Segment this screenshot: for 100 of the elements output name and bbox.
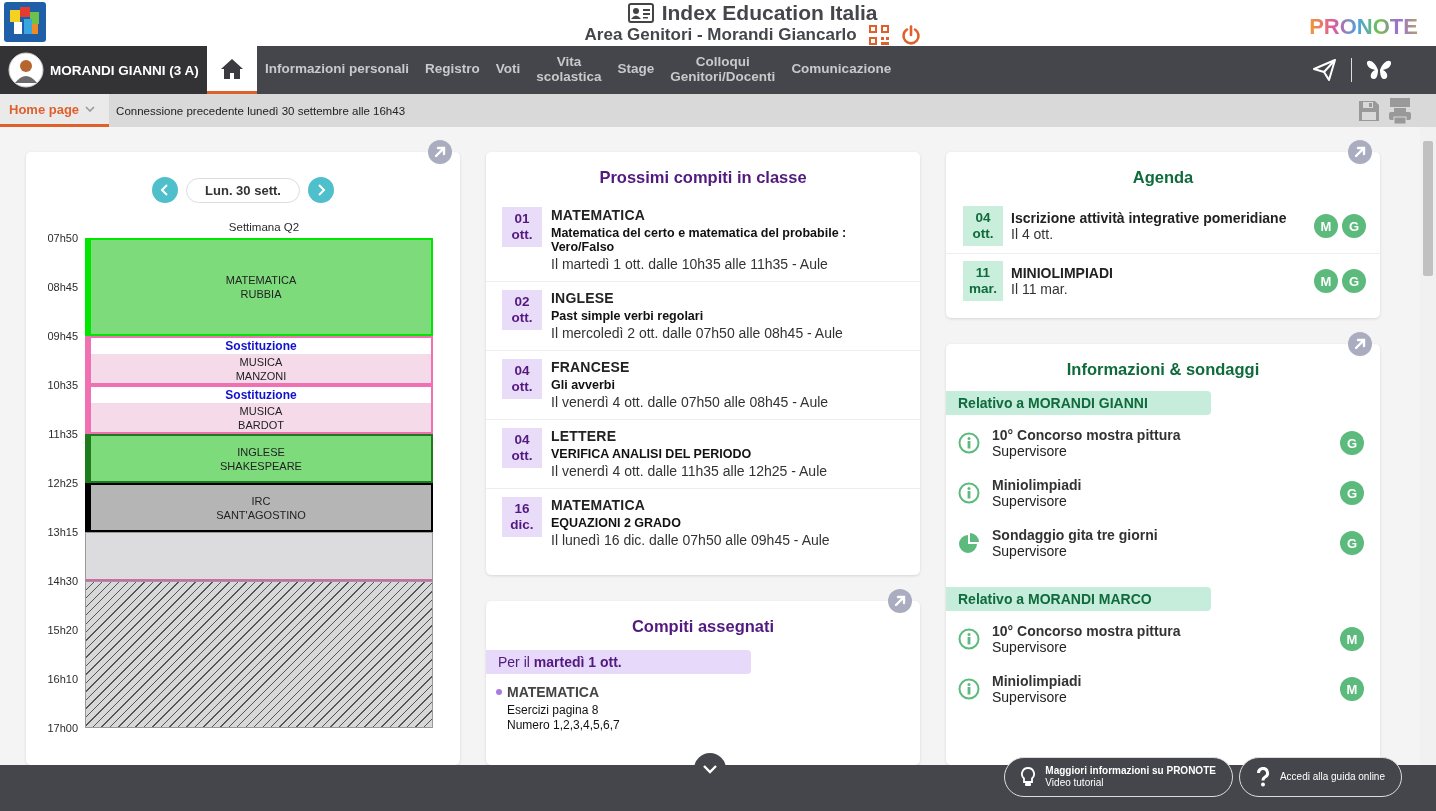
test-schedule: Il lunedì 16 dic. dalle 07h50 alle 09h45 - Aule [551,532,831,548]
event-date: Il 11 mar. [1011,281,1069,297]
time-label: 09h45 [46,329,78,343]
help-button[interactable]: Accedi alla guida online [1238,757,1402,797]
send-icon[interactable] [1313,59,1337,81]
test-topic: Matematica del certo e matematica del probabile : Vero/Falso [551,226,848,254]
info-icon [958,678,980,700]
test-topic: EQUAZIONI 2 GRADO [551,516,682,530]
nav-tab[interactable]: Vita scolastica [528,46,610,94]
item-author: Supervisore [992,543,1068,559]
lesson-subject: MUSICA [238,403,284,418]
qr-code-icon[interactable] [868,25,889,45]
item-title[interactable]: 10° Concorso mostra pittura [992,623,1336,639]
time-label: 07h50 [46,231,78,245]
person-badge: M [1340,627,1364,651]
person-badge: G [1340,531,1364,555]
nav-tab[interactable]: Stage [609,46,663,94]
area-title: Area Genitori - Morandi Giancarlo [584,25,857,45]
item-author: Supervisore [992,639,1068,655]
item-title[interactable]: Miniolimpiadi [992,673,1336,689]
time-label: 16h10 [46,672,78,686]
lesson-block[interactable]: MATEMATICA RUBBIA [85,238,433,336]
subject-name: MATEMATICA [507,684,600,700]
event-title[interactable]: Iscrizione attività integrative pomeridiane [1011,210,1306,226]
info-icon [958,482,980,504]
subject-name: INGLESE [551,290,615,306]
week-label: Settimana Q2 [227,221,301,233]
id-card-icon [627,3,654,23]
item-title[interactable]: 10° Concorso mostra pittura [992,427,1336,443]
card-title: Compiti assegnati [630,616,776,637]
person-badge: G [1342,214,1366,238]
date-badge: 11 mar. [963,261,1003,301]
item-title[interactable]: Miniolimpiadi [992,477,1336,493]
time-label: 14h30 [46,574,78,588]
lesson-teacher: RUBBIA [240,287,282,301]
expand-icon[interactable] [1348,140,1372,164]
time-label: 13h15 [46,525,78,539]
date-badge: 02 ott. [502,290,542,330]
lesson-subject: IRC [251,493,271,508]
person-badge: M [1314,269,1338,293]
nav-tab[interactable]: Colloqui Genitori/Docenti [662,46,784,94]
item-author: Supervisore [992,443,1068,459]
lesson-teacher: BARDOT [237,417,285,432]
lesson-block[interactable]: IRC SANT'AGOSTINO [85,483,433,532]
group-header: Relativo a MORANDI GIANNI [946,391,1211,415]
save-icon[interactable] [1358,99,1380,122]
homework-text: Esercizi pagina 8 [507,703,600,718]
site-title: Index Education Italia [661,1,878,25]
homework-text: Numero 1,2,3,4,5,6,7 [507,718,621,733]
item-title[interactable]: Sondaggio gita tre giorni [992,527,1336,543]
caret-icon [85,106,96,112]
lesson-subject: INGLESE [237,444,285,459]
subject-name: MATEMATICA [551,207,647,223]
subject-name: FRANCESE [551,359,631,375]
power-icon[interactable] [900,25,921,45]
expand-icon[interactable] [888,589,912,613]
next-icon[interactable] [307,177,334,203]
time-label: 10h35 [46,378,78,392]
info-icon [958,432,980,454]
person-badge: G [1340,431,1364,455]
date-badge: 16 dic. [502,497,542,537]
time-label: 17h00 [46,721,78,735]
scrollbar-thumb[interactable] [1423,141,1433,276]
expand-icon[interactable] [428,140,452,164]
nav-tab[interactable]: Comunicazione [783,46,900,94]
scrollbar[interactable] [1420,127,1436,765]
nav-tab[interactable]: Voti [487,46,529,94]
lesson-teacher: MANZONI [234,368,288,383]
nav-tab[interactable]: Registro [417,46,488,94]
help-button[interactable]: Maggiori informazioni su PRONOTE Video tutorial [1004,757,1233,797]
person-badge: G [1342,269,1366,293]
pdf-print-icon[interactable] [1388,97,1412,124]
lesson-teacher: SHAKESPEARE [220,458,302,473]
event-date: Il 4 ott. [1011,226,1055,242]
test-topic: VERIFICA ANALISI DEL PERIODO [551,447,753,461]
lesson-block[interactable]: Sostituzione MUSICA MANZONI [85,336,433,385]
card-title: Informazioni & sondaggi [1065,359,1261,380]
person-badge: M [1340,677,1364,701]
info-icon [958,628,980,650]
lesson-block[interactable]: INGLESE SHAKESPEARE [85,434,433,483]
pie-chart-icon [958,532,980,554]
nav-tab[interactable]: Informazioni personali [257,46,418,94]
time-label: 08h45 [46,280,78,294]
home-icon [220,57,244,80]
date-badge: 04 ott. [502,359,542,399]
time-label: 15h20 [46,623,78,637]
group-header: Relativo a MORANDI MARCO [946,587,1211,611]
person-badge: M [1314,214,1338,238]
person-badge: G [1340,481,1364,505]
time-label: 12h25 [46,476,78,490]
test-schedule: Il mercoledì 2 ott. dalle 07h50 alle 08h45 - Aule [551,325,844,341]
home-tab[interactable] [207,46,257,94]
lightbulb-icon [1021,767,1036,787]
butterfly-icon[interactable] [1366,59,1392,81]
event-title[interactable]: MINIOLIMPIADI [1011,265,1306,281]
expand-icon[interactable] [1348,332,1372,356]
item-author: Supervisore [992,493,1068,509]
lesson-subject: MUSICA [238,354,284,369]
last-login-text: Connessione precedente lunedì 30 settembre alle 16h43 [116,104,406,117]
previous-icon[interactable] [152,177,179,203]
